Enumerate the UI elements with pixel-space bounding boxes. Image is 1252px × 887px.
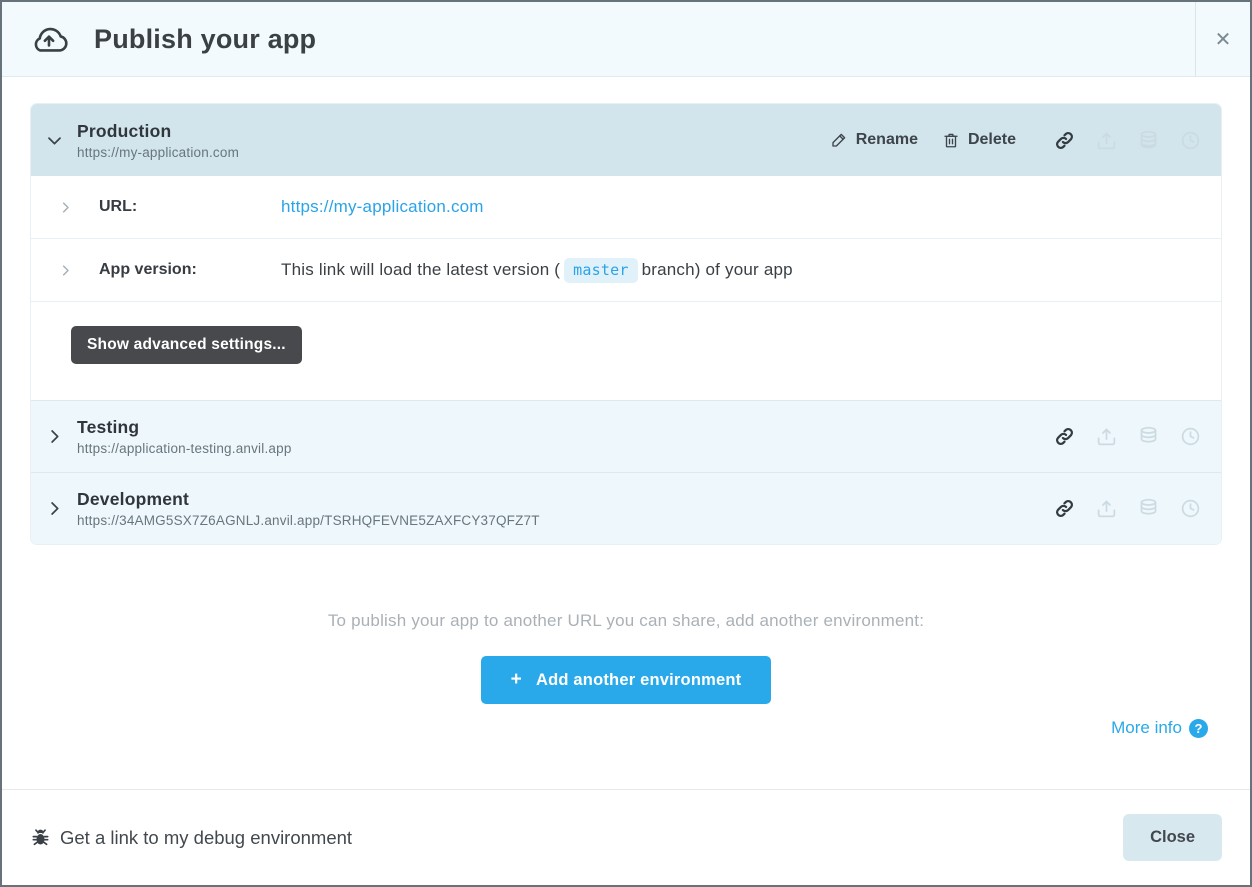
bug-icon (30, 827, 51, 848)
question-circle-icon: ? (1189, 719, 1208, 738)
environment-title-block: Production https://my-application.com (77, 121, 830, 160)
plus-icon: + (511, 669, 522, 691)
environment-row-production[interactable]: Production https://my-application.com Re… (31, 104, 1221, 176)
deploy-upload-icon[interactable] (1096, 498, 1117, 519)
close-icon: ✕ (1215, 27, 1232, 52)
dialog-footer: Get a link to my debug environment Close (2, 789, 1250, 885)
url-detail-row[interactable]: URL: https://my-application.com (31, 176, 1221, 239)
environment-title-block: Development https://34AMG5SX7Z6AGNLJ.anv… (77, 489, 1054, 528)
production-url-link[interactable]: https://my-application.com (281, 197, 484, 217)
trash-icon (942, 131, 960, 149)
cloud-upload-icon (29, 22, 69, 56)
deploy-upload-icon[interactable] (1096, 426, 1117, 447)
environment-name: Testing (77, 417, 1054, 438)
url-label: URL: (99, 198, 281, 216)
database-icon[interactable] (1138, 498, 1159, 519)
add-environment-prompt: To publish your app to another URL you c… (2, 611, 1250, 631)
history-clock-icon[interactable] (1180, 498, 1201, 519)
show-advanced-settings-button[interactable]: Show advanced settings... (71, 326, 302, 364)
environments-card: Production https://my-application.com Re… (30, 103, 1222, 545)
chevron-right-icon (45, 499, 64, 518)
app-version-description: This link will load the latest version (… (281, 260, 793, 280)
pencil-icon (830, 131, 848, 149)
chevron-right-icon (58, 263, 73, 278)
chevron-down-icon (45, 131, 64, 150)
close-button[interactable]: Close (1123, 814, 1222, 861)
database-icon[interactable] (1138, 426, 1159, 447)
dialog-title: Publish your app (94, 24, 316, 55)
branch-badge: master (564, 258, 637, 283)
add-environment-button[interactable]: + Add another environment (481, 656, 772, 704)
database-icon[interactable] (1138, 130, 1159, 151)
environment-name: Development (77, 489, 1054, 510)
more-info-link[interactable]: More info ? (1111, 718, 1208, 738)
chevron-right-icon (58, 200, 73, 215)
app-version-label: App version: (99, 261, 281, 279)
deploy-upload-icon[interactable] (1096, 130, 1117, 151)
history-clock-icon[interactable] (1180, 426, 1201, 447)
environment-title-block: Testing https://application-testing.anvi… (77, 417, 1054, 456)
copy-link-icon[interactable] (1054, 426, 1075, 447)
environment-name: Production (77, 121, 830, 142)
chevron-right-icon (45, 427, 64, 446)
app-version-detail-row[interactable]: App version: This link will load the lat… (31, 239, 1221, 302)
delete-button[interactable]: Delete (942, 131, 1016, 149)
production-details-panel: URL: https://my-application.com App vers… (31, 176, 1221, 400)
rename-button[interactable]: Rename (830, 131, 918, 149)
environment-row-development[interactable]: Development https://34AMG5SX7Z6AGNLJ.anv… (31, 472, 1221, 544)
history-clock-icon[interactable] (1180, 130, 1201, 151)
environment-row-testing[interactable]: Testing https://application-testing.anvi… (31, 400, 1221, 472)
environment-url: https://application-testing.anvil.app (77, 441, 1054, 456)
environment-url: https://34AMG5SX7Z6AGNLJ.anvil.app/TSRHQ… (77, 513, 1054, 528)
environment-url: https://my-application.com (77, 145, 830, 160)
close-dialog-button[interactable]: ✕ (1195, 2, 1250, 76)
dialog-header: Publish your app ✕ (2, 2, 1250, 77)
copy-link-icon[interactable] (1054, 130, 1075, 151)
debug-environment-link[interactable]: Get a link to my debug environment (30, 827, 352, 849)
copy-link-icon[interactable] (1054, 498, 1075, 519)
